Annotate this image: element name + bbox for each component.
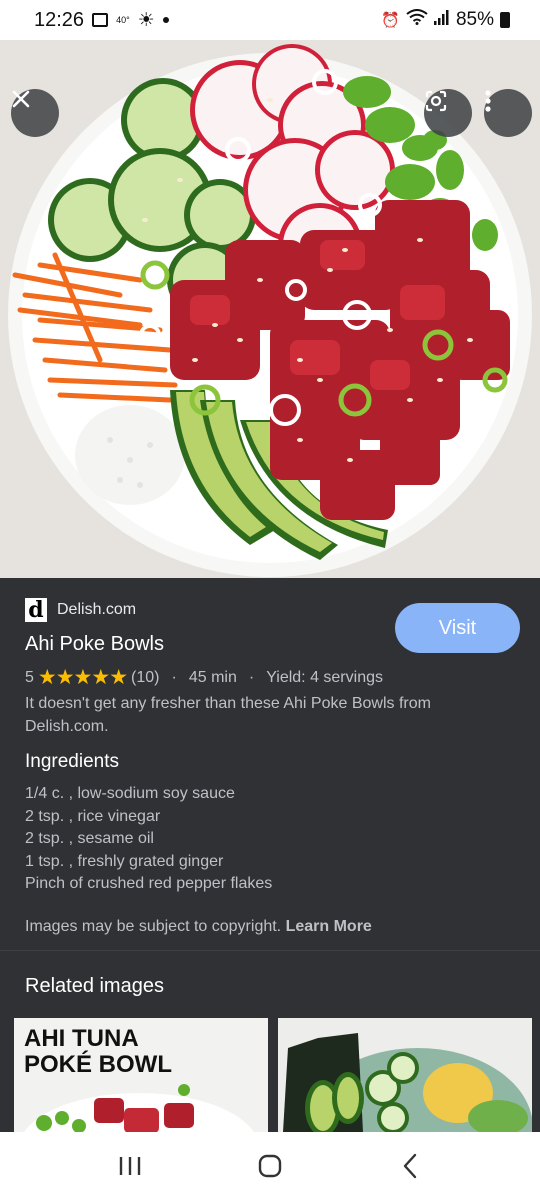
recent-apps-icon — [119, 1157, 141, 1175]
gallery-icon — [92, 13, 109, 27]
copyright-notice: Images may be subject to copyright. Lear… — [25, 918, 372, 936]
result-info-panel: d Delish.com Visit Ahi Poke Bowls 5 ★★★★… — [0, 578, 540, 951]
recent-apps-button[interactable] — [100, 1136, 160, 1196]
divider — [0, 950, 540, 951]
star-rating-icon: ★★★★★ — [37, 666, 128, 689]
result-title[interactable]: Ahi Poke Bowls — [25, 633, 164, 656]
yield: Yield: 4 servings — [266, 668, 383, 686]
wifi-icon — [406, 9, 428, 31]
ingredient-item: 2 tsp. , rice vinegar — [25, 807, 161, 825]
status-time: 12:26 — [34, 8, 85, 31]
ingredients-heading: Ingredients — [25, 751, 120, 772]
hero-image[interactable] — [0, 40, 540, 578]
ingredient-item: Pinch of crushed red pepper flakes — [25, 875, 273, 892]
more-options-button[interactable] — [484, 89, 532, 137]
separator-dot: · — [171, 668, 177, 686]
source-logo-icon: d — [25, 598, 47, 622]
thumbnail-image — [278, 1018, 532, 1132]
status-bar: 12:26 40° ☀ ⏰ 85% — [0, 0, 540, 40]
home-button[interactable] — [240, 1136, 300, 1196]
ingredient-item: 2 tsp. , sesame oil — [25, 830, 154, 847]
source-name: Delish.com — [57, 601, 137, 618]
ingredient-item: 1 tsp. , freshly grated ginger — [25, 852, 224, 870]
alarm-icon: ⏰ — [381, 12, 400, 29]
battery-icon — [500, 12, 510, 28]
ingredients-list: 1/4 c. , low-sodium soy sauce 2 tsp. , r… — [25, 783, 272, 896]
visit-button[interactable]: Visit — [395, 603, 520, 653]
signal-icon — [433, 9, 450, 31]
lens-icon — [425, 90, 447, 112]
copyright-text: Images may be subject to copyright. — [25, 918, 282, 935]
close-button[interactable] — [11, 89, 59, 137]
related-images-heading: Related images — [25, 975, 164, 997]
back-button[interactable] — [380, 1136, 440, 1196]
close-icon — [12, 90, 30, 108]
ingredient-item: 1/4 c. , low-sodium soy sauce — [25, 785, 235, 802]
thumbnail-caption-line: AHI TUNA — [24, 1025, 139, 1052]
separator-dot: · — [248, 668, 255, 686]
google-lens-button[interactable] — [424, 89, 472, 137]
rating-value: 5 — [25, 668, 34, 686]
notification-dot-icon — [162, 17, 169, 23]
learn-more-link[interactable]: Learn More — [286, 918, 372, 935]
back-icon — [403, 1153, 417, 1179]
more-vert-icon — [485, 90, 491, 112]
source-row[interactable]: d Delish.com — [25, 598, 136, 622]
temperature: 40° — [116, 15, 130, 25]
weather-icon: ☀ — [137, 9, 155, 31]
battery-percent: 85% — [455, 9, 494, 30]
review-count: (10) — [131, 668, 160, 686]
thumbnail-caption: AHI TUNA POKÉ BOWL — [24, 1026, 172, 1078]
related-image-thumbnail[interactable]: AHI TUNA POKÉ BOWL — [14, 1018, 268, 1132]
cook-time: 45 min — [188, 668, 237, 686]
related-image-thumbnail[interactable] — [278, 1018, 532, 1132]
result-description: It doesn't get any fresher than these Ah… — [25, 695, 431, 735]
home-icon — [258, 1154, 282, 1178]
navigation-bar — [0, 1132, 540, 1200]
thumbnail-caption-line: POKÉ BOWL — [24, 1051, 172, 1078]
rating-row: 5 ★★★★★ (10) · 45 min · Yield: 4 serving… — [25, 665, 383, 690]
